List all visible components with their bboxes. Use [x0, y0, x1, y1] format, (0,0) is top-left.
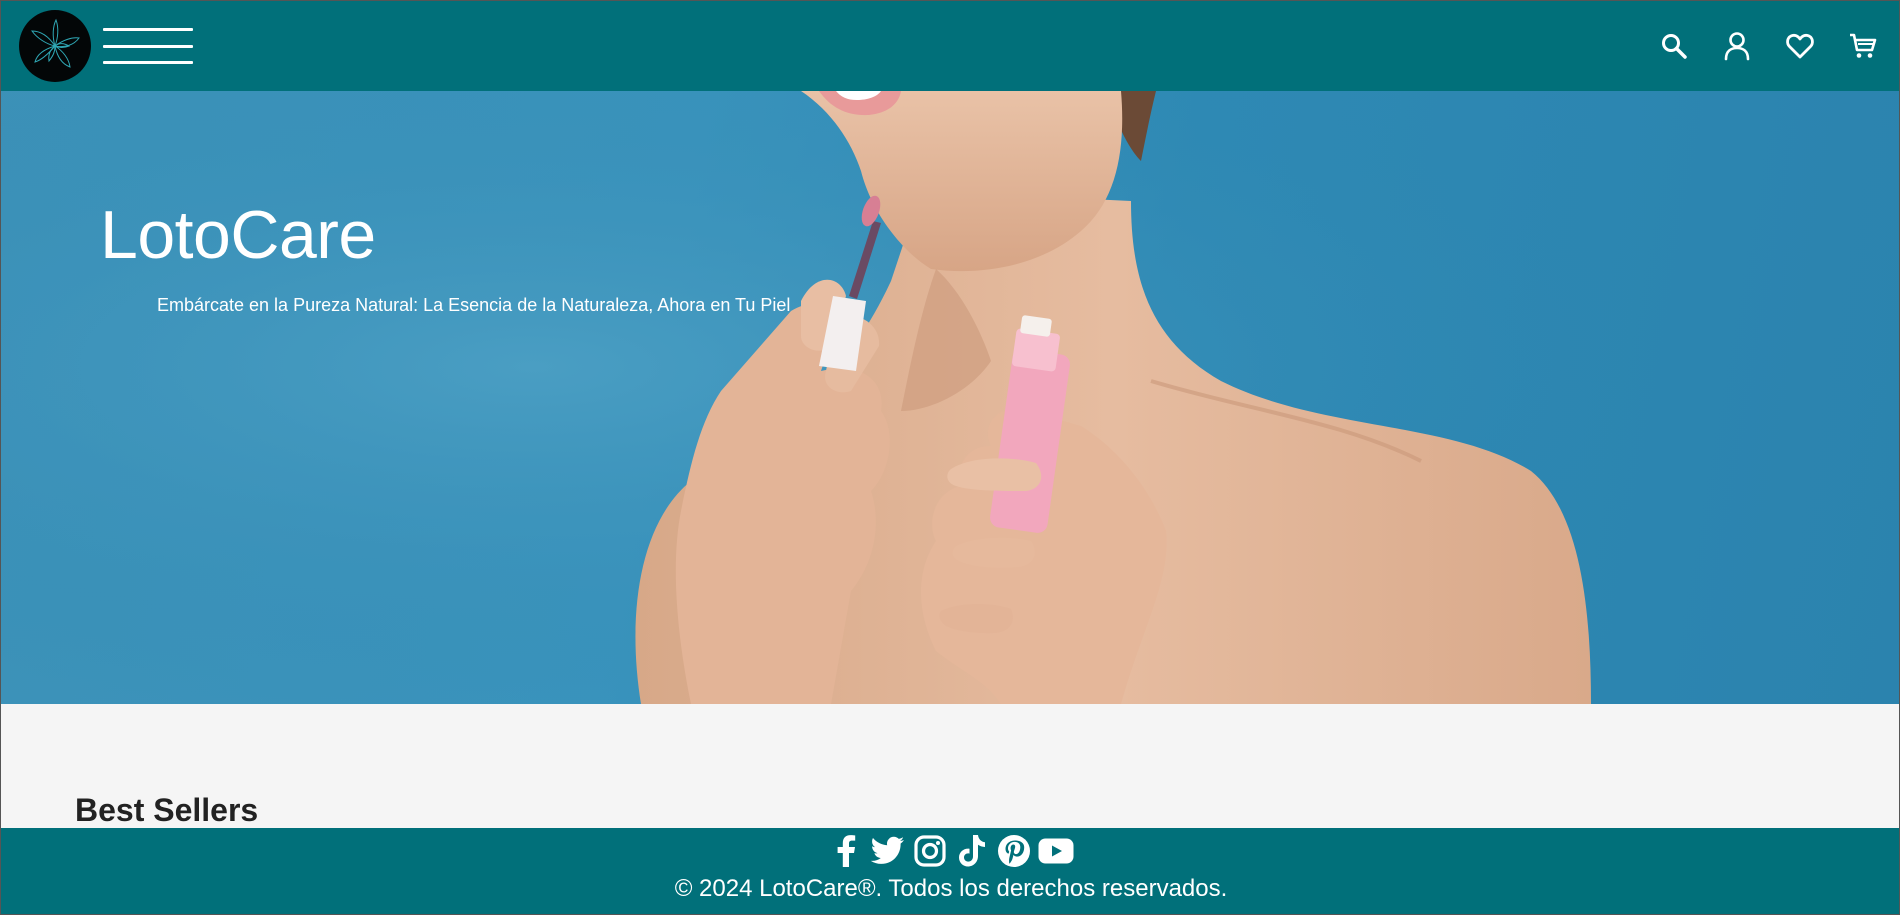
menu-line	[103, 61, 193, 64]
page: LotoCare Embárcate en la Pureza Natural:…	[0, 0, 1900, 915]
hero-subtitle: Embárcate en la Pureza Natural: La Esenc…	[157, 295, 791, 315]
menu-line	[103, 28, 193, 31]
best-sellers-heading: Best Sellers	[75, 792, 259, 828]
user-icon[interactable]	[1720, 30, 1753, 63]
tiktok-icon[interactable]	[954, 833, 990, 869]
instagram-icon[interactable]	[912, 833, 948, 869]
hero-title: LotoCare	[100, 197, 376, 273]
social-links	[828, 831, 1074, 871]
pinterest-icon[interactable]	[996, 833, 1032, 869]
heart-icon[interactable]	[1783, 30, 1816, 63]
search-icon[interactable]	[1657, 30, 1690, 63]
cart-icon[interactable]	[1846, 30, 1879, 63]
lotus-logo[interactable]	[19, 10, 91, 82]
header-actions	[1657, 30, 1883, 63]
site-footer: © 2024 LotoCare®. Todos los derechos res…	[1, 828, 1899, 914]
site-header	[1, 1, 1899, 91]
lotus-icon	[31, 18, 80, 68]
menu-line	[103, 44, 193, 48]
hero-image	[1, 91, 1899, 704]
facebook-icon[interactable]	[828, 833, 864, 869]
hamburger-menu-icon[interactable]	[103, 26, 193, 66]
copyright-text: © 2024 LotoCare®. Todos los derechos res…	[674, 875, 1228, 902]
header-left	[19, 10, 193, 82]
hero-banner: LotoCare Embárcate en la Pureza Natural:…	[1, 91, 1899, 704]
youtube-icon[interactable]	[1038, 833, 1074, 869]
twitter-icon[interactable]	[870, 833, 906, 869]
